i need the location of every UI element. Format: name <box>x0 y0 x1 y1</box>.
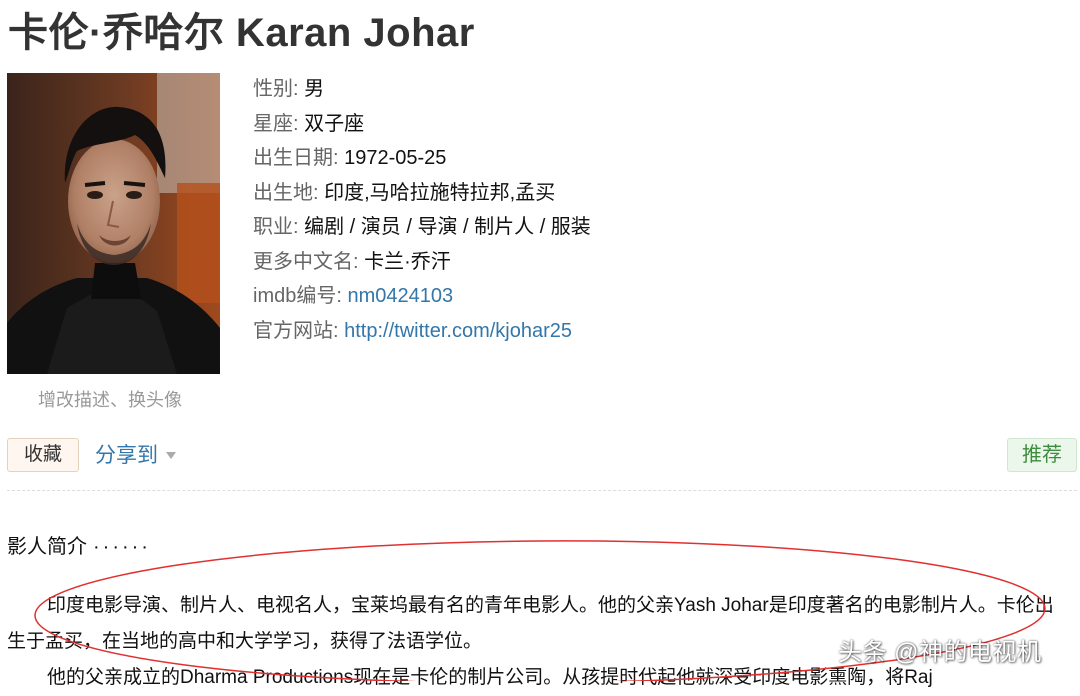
gender-separator: : <box>293 78 305 100</box>
info-row-birth-place: 出生地: 印度,马哈拉施特拉邦,孟买 <box>253 178 1033 213</box>
intro-section-heading: 影人简介 ······ <box>7 532 151 562</box>
gender-value: 男 <box>304 78 325 100</box>
website-link[interactable]: http://twitter.com/kjohar25 <box>344 320 572 342</box>
website-separator: : <box>333 319 345 342</box>
edit-avatar-link[interactable]: 增改描述、换头像 <box>38 386 182 412</box>
dashed-divider <box>7 490 1077 491</box>
info-row-profession: 职业: 编剧 / 演员 / 导演 / 制片人 / 服装 <box>253 212 1033 247</box>
birth-place-separator: : <box>313 181 325 204</box>
birth-date-label: 出生日期 <box>253 147 333 169</box>
info-row-other-names: 更多中文名: 卡兰·乔汗 <box>253 247 1033 282</box>
profession-label: 职业 <box>253 216 293 238</box>
other-names-separator: : <box>353 250 365 273</box>
intro-dots: ······ <box>93 536 151 558</box>
imdb-separator: : <box>336 285 348 307</box>
person-portrait[interactable] <box>7 73 220 374</box>
imdb-label: imdb编号 <box>253 285 337 307</box>
portrait-image <box>7 73 220 374</box>
imdb-link[interactable]: nm0424103 <box>347 285 453 307</box>
zodiac-value: 双子座 <box>304 112 365 135</box>
intro-title: 影人简介 <box>7 536 87 558</box>
website-label: 官方网站 <box>253 319 333 342</box>
zodiac-separator: : <box>293 112 305 135</box>
info-row-gender: 性别: 男 <box>253 74 1033 109</box>
other-names-value: 卡兰·乔汗 <box>364 250 451 273</box>
birth-place-label: 出生地 <box>253 181 313 204</box>
caret-down-icon[interactable] <box>166 452 176 459</box>
share-dropdown[interactable]: 分享到 <box>95 441 158 471</box>
info-row-website: 官方网站: http://twitter.com/kjohar25 <box>253 316 1033 351</box>
birth-date-value: 1972-05-25 <box>344 147 447 169</box>
info-row-birth-date: 出生日期: 1972-05-25 <box>253 143 1033 178</box>
info-row-imdb: imdb编号: nm0424103 <box>253 281 1033 316</box>
page-title: 卡伦·乔哈尔 Karan Johar <box>8 11 475 55</box>
zodiac-label: 星座 <box>253 112 293 135</box>
birth-date-separator: : <box>333 147 345 169</box>
birth-place-value: 印度,马哈拉施特拉邦,孟买 <box>324 181 556 204</box>
recommend-button[interactable]: 推荐 <box>1007 438 1077 472</box>
info-row-zodiac: 星座: 双子座 <box>253 109 1033 144</box>
other-names-label: 更多中文名 <box>253 250 353 273</box>
gender-label: 性别 <box>253 78 293 100</box>
watermark-text: 头条 @神的电视机 <box>838 639 1042 666</box>
profession-separator: : <box>293 216 305 238</box>
profession-value: 编剧 / 演员 / 导演 / 制片人 / 服装 <box>304 216 591 238</box>
collect-button[interactable]: 收藏 <box>7 438 79 472</box>
person-info-list: 性别: 男 星座: 双子座 出生日期: 1972-05-25 出生地: 印度,马… <box>253 74 1033 350</box>
